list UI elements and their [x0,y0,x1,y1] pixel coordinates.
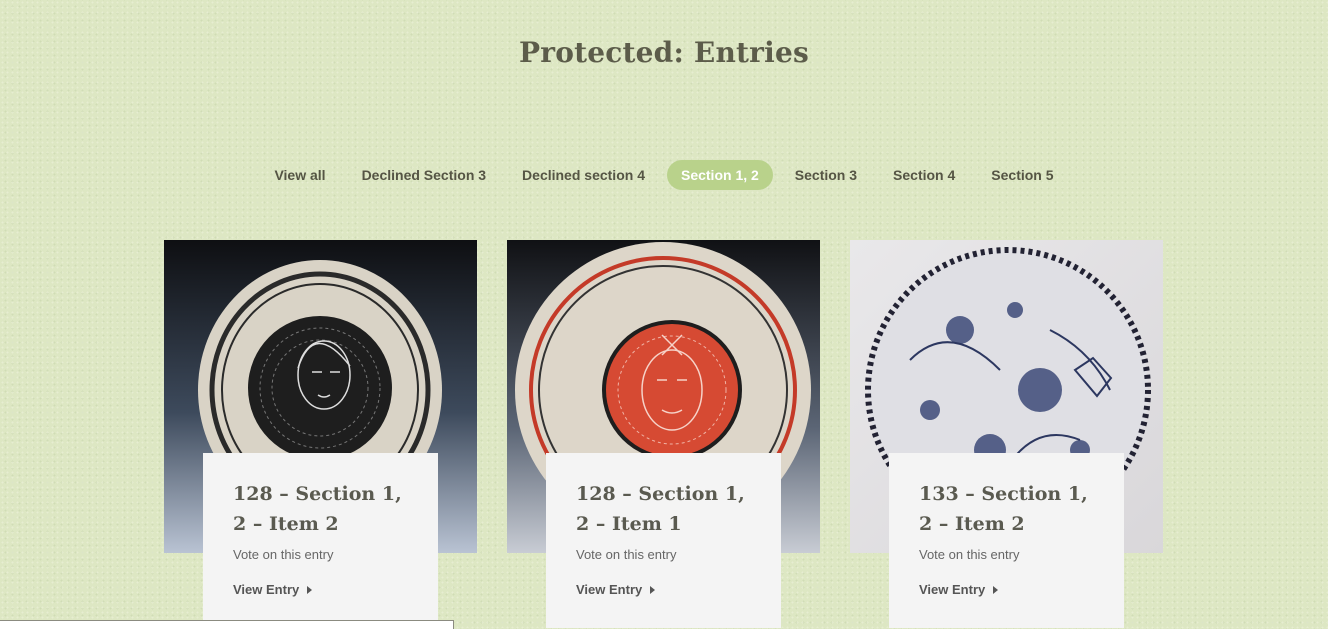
filter-view-all[interactable]: View all [260,160,339,190]
entry-vote-text: Vote on this entry [233,547,334,562]
filter-section-4[interactable]: Section 4 [879,160,969,190]
entry-title[interactable]: 128 – Section 1, 2 – Item 1 [576,479,751,539]
view-entry-label: View Entry [919,582,986,597]
page-title: Protected: Entries [519,36,809,69]
filter-bar: View all Declined Section 3 Declined sec… [0,160,1328,190]
view-entry-link[interactable]: View Entry [576,582,751,597]
entry-title[interactable]: 128 – Section 1, 2 – Item 2 [233,479,408,539]
entry-card: 128 – Section 1, 2 – Item 2 Vote on this… [203,453,438,628]
caret-right-icon [307,585,313,594]
filter-section-3[interactable]: Section 3 [781,160,871,190]
filter-section-5[interactable]: Section 5 [977,160,1067,190]
entry-vote-text: Vote on this entry [576,547,677,562]
filter-declined-section-3[interactable]: Declined Section 3 [348,160,500,190]
view-entry-label: View Entry [233,582,300,597]
entry-title[interactable]: 133 – Section 1, 2 – Item 2 [919,479,1094,539]
view-entry-link[interactable]: View Entry [919,582,1094,597]
view-entry-label: View Entry [576,582,643,597]
entry-card: 128 – Section 1, 2 – Item 1 Vote on this… [546,453,781,628]
entry-vote-text: Vote on this entry [919,547,1020,562]
filter-declined-section-4[interactable]: Declined section 4 [508,160,659,190]
view-entry-link[interactable]: View Entry [233,582,408,597]
entry-card: 133 – Section 1, 2 – Item 2 Vote on this… [889,453,1124,628]
caret-right-icon [993,585,999,594]
filter-section-1-2[interactable]: Section 1, 2 [666,160,773,190]
caret-right-icon [650,585,656,594]
